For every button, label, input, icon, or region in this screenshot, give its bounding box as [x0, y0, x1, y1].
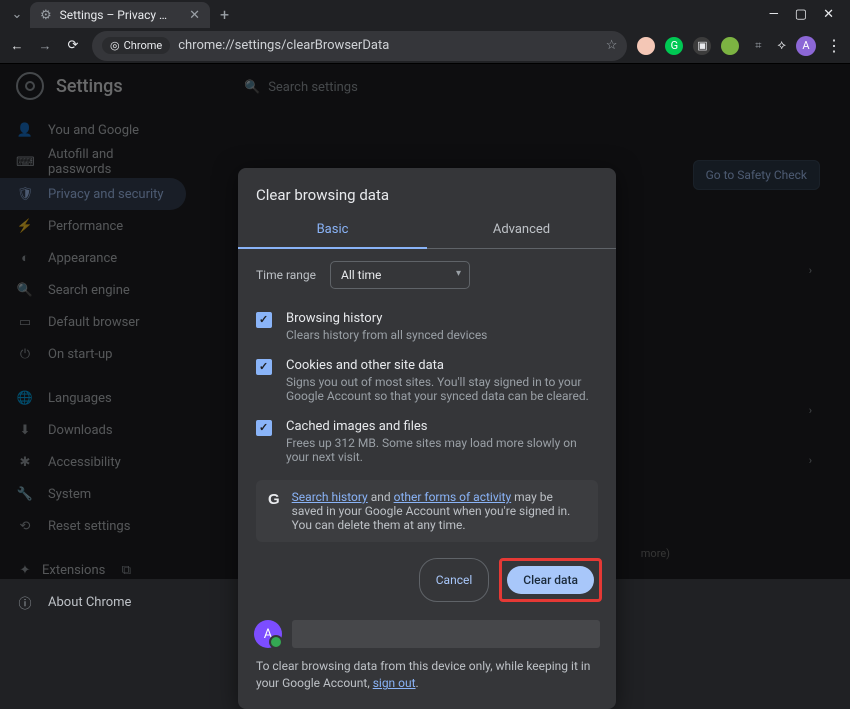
- download-icon: ⬇: [16, 423, 34, 438]
- wrench-icon: 🔧: [16, 487, 34, 502]
- other-activity-link[interactable]: other forms of activity: [394, 490, 512, 504]
- new-tab-button[interactable]: +: [220, 5, 229, 24]
- profile-avatar[interactable]: A: [796, 36, 816, 56]
- maximize-icon[interactable]: ▢: [795, 7, 807, 22]
- info-icon: ⓘ: [16, 593, 34, 612]
- checkbox[interactable]: [256, 359, 272, 375]
- google-g-icon: G: [268, 490, 280, 532]
- tab-basic[interactable]: Basic: [238, 214, 427, 249]
- chevron-right-icon[interactable]: ›: [809, 404, 812, 417]
- account-email-box: [292, 620, 600, 648]
- sidebar: 👤You and Google ⌨Autofill and passwords …: [0, 64, 190, 579]
- browser-tab[interactable]: ⚙ Settings – Privacy and security ✕: [30, 2, 210, 28]
- kebab-menu-icon[interactable]: ⋮: [826, 36, 842, 55]
- sidebar-item-extensions[interactable]: ✦Extensions⧉: [0, 554, 186, 586]
- clear-data-button[interactable]: Clear data: [507, 566, 594, 594]
- sign-out-link[interactable]: sign out: [373, 676, 416, 690]
- gear-icon: ⚙: [40, 8, 52, 22]
- accessibility-icon: ✱: [16, 455, 34, 470]
- sidebar-item-accessibility[interactable]: ✱Accessibility: [0, 446, 186, 478]
- extension-icon[interactable]: [637, 37, 655, 55]
- back-button[interactable]: ←: [8, 38, 26, 54]
- shield-icon: 🛡: [16, 187, 34, 202]
- sidebar-item-on-startup[interactable]: ⏻On start-up: [0, 338, 186, 370]
- cancel-button[interactable]: Cancel: [419, 558, 490, 602]
- search-icon: 🔍: [16, 283, 34, 298]
- check-cached[interactable]: Cached images and files Frees up 312 MB.…: [256, 411, 598, 472]
- checkbox[interactable]: [256, 420, 272, 436]
- sidebar-item-autofill[interactable]: ⌨Autofill and passwords: [0, 146, 186, 178]
- close-window-icon[interactable]: ✕: [823, 7, 834, 22]
- chevron-right-icon[interactable]: ›: [809, 454, 812, 467]
- extension-icon[interactable]: G: [665, 37, 683, 55]
- dialog-footer: To clear browsing data from this device …: [238, 654, 616, 709]
- account-avatar: A: [254, 620, 282, 648]
- appearance-icon: ◐: [16, 250, 34, 266]
- account-row[interactable]: A: [238, 612, 616, 654]
- extension-icon[interactable]: ▣: [693, 37, 711, 55]
- sidebar-item-system[interactable]: 🔧System: [0, 478, 186, 510]
- globe-icon: 🌐: [16, 391, 34, 406]
- sidebar-item-appearance[interactable]: ◐Appearance: [0, 242, 186, 274]
- sidebar-item-privacy[interactable]: 🛡Privacy and security: [0, 178, 186, 210]
- chevron-right-icon[interactable]: ›: [809, 264, 812, 277]
- reset-icon: ⟲: [16, 519, 34, 534]
- clear-browsing-data-dialog: Clear browsing data Basic Advanced Time …: [238, 168, 616, 709]
- extension-icon[interactable]: [721, 37, 739, 55]
- browser-icon: ▭: [16, 315, 34, 330]
- puzzle-icon: ✦: [16, 563, 34, 578]
- reload-button[interactable]: ⟳: [64, 38, 82, 53]
- time-range-label: Time range: [256, 268, 316, 282]
- sidebar-item-you-and-google[interactable]: 👤You and Google: [0, 114, 186, 146]
- sidebar-item-default-browser[interactable]: ▭Default browser: [0, 306, 186, 338]
- account-info-box: G Search history and other forms of acti…: [256, 480, 598, 542]
- search-placeholder: Search settings: [268, 80, 358, 95]
- speed-icon: ⚡: [16, 219, 34, 234]
- toolbar: ← → ⟳ ◎Chrome chrome://settings/clearBro…: [0, 28, 850, 64]
- safety-check-button[interactable]: Go to Safety Check: [693, 160, 820, 190]
- tab-title: Settings – Privacy and security: [60, 8, 173, 22]
- search-settings[interactable]: 🔍 Search settings: [244, 80, 826, 95]
- lock-icon: ◎: [110, 39, 120, 52]
- time-range-select[interactable]: All time: [330, 261, 470, 289]
- person-icon: 👤: [16, 123, 34, 138]
- highlight-box: Clear data: [499, 558, 602, 602]
- truncated-text: more): [641, 547, 670, 560]
- sidebar-item-reset[interactable]: ⟲Reset settings: [0, 510, 186, 542]
- sidebar-item-about[interactable]: ⓘAbout Chrome: [0, 586, 186, 618]
- power-icon: ⏻: [16, 347, 34, 362]
- sidebar-item-downloads[interactable]: ⬇Downloads: [0, 414, 186, 446]
- autofill-icon: ⌨: [16, 155, 34, 170]
- forward-button: →: [36, 38, 54, 54]
- search-icon: 🔍: [244, 80, 260, 95]
- sidebar-item-search-engine[interactable]: 🔍Search engine: [0, 274, 186, 306]
- close-tab-icon[interactable]: ✕: [189, 8, 200, 23]
- omnibox[interactable]: ◎Chrome chrome://settings/clearBrowserDa…: [92, 31, 627, 61]
- check-cookies[interactable]: Cookies and other site data Signs you ou…: [256, 350, 598, 411]
- minimize-icon[interactable]: —: [769, 7, 779, 22]
- external-link-icon: ⧉: [117, 563, 135, 578]
- checkbox[interactable]: [256, 312, 272, 328]
- check-browsing-history[interactable]: Browsing history Clears history from all…: [256, 303, 598, 350]
- tab-advanced[interactable]: Advanced: [427, 214, 616, 249]
- titlebar: ⌄ ⚙ Settings – Privacy and security ✕ + …: [0, 0, 850, 28]
- extension-icon[interactable]: ⌗: [749, 37, 767, 55]
- extension-icons: G ▣ ⌗ ⟡ A ⋮: [637, 36, 842, 56]
- chrome-chip: ◎Chrome: [102, 37, 170, 54]
- tab-list-dropdown[interactable]: ⌄: [10, 7, 24, 21]
- search-history-link[interactable]: Search history: [292, 490, 368, 504]
- extensions-puzzle-icon[interactable]: ⟡: [777, 38, 786, 53]
- bookmark-star-icon[interactable]: ☆: [606, 38, 618, 53]
- dialog-title: Clear browsing data: [238, 168, 616, 214]
- url-text: chrome://settings/clearBrowserData: [178, 38, 389, 53]
- sidebar-item-languages[interactable]: 🌐Languages: [0, 382, 186, 414]
- sidebar-item-performance[interactable]: ⚡Performance: [0, 210, 186, 242]
